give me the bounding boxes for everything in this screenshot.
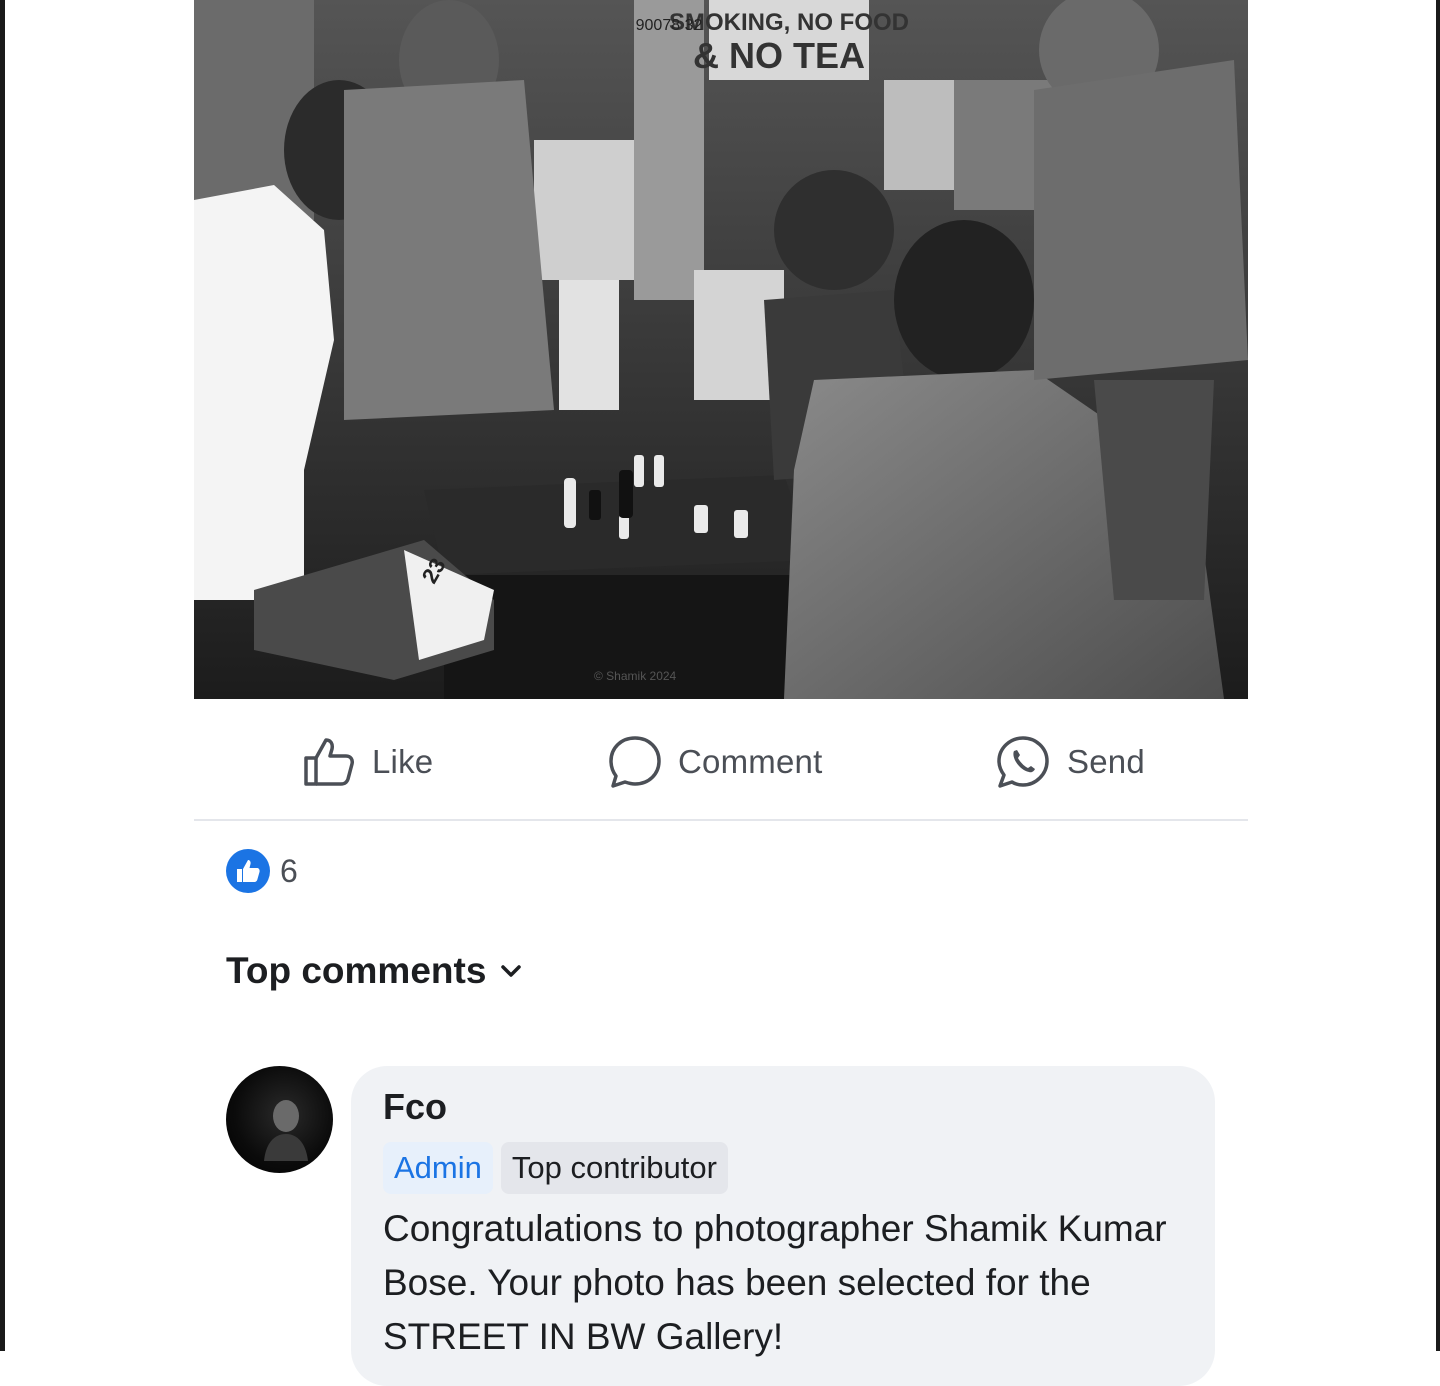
- like-button[interactable]: Like: [302, 705, 433, 819]
- window-frame-right: [1436, 0, 1440, 1351]
- author-badges: Admin Top contributor: [383, 1142, 728, 1194]
- avatar-image: [264, 1100, 308, 1161]
- window-frame-left: [0, 0, 5, 1351]
- thumbs-up-icon: [304, 738, 354, 786]
- reaction-count: 6: [280, 852, 298, 889]
- like-reaction-icon: [226, 849, 270, 893]
- admin-badge: Admin: [383, 1142, 493, 1194]
- post-photo[interactable]: SMOKING, NO FOOD & NO TEA 90078 32 23 © …: [194, 0, 1248, 699]
- comment-label: Comment: [678, 743, 823, 780]
- comment-button[interactable]: Comment: [608, 705, 822, 819]
- post-card: SMOKING, NO FOOD & NO TEA 90078 32 23 © …: [194, 0, 1248, 1386]
- send-label: Send: [1067, 743, 1145, 780]
- top-contributor-badge: Top contributor: [500, 1142, 728, 1194]
- send-button[interactable]: Send: [995, 705, 1145, 819]
- sign-text-line2: & NO TEA: [693, 35, 865, 76]
- whatsapp-icon: [997, 736, 1049, 788]
- comment-bubble: Fco Admin Top contributor Congratulation…: [351, 1066, 1215, 1386]
- comment-bubble-icon: [609, 736, 661, 788]
- sign-text-line1: SMOKING, NO FOOD: [669, 9, 909, 36]
- comment-author[interactable]: Fco: [383, 1086, 447, 1128]
- poster-number-text: 90078 32: [636, 17, 703, 34]
- comment-text: Congratulations to photographer Shamik K…: [383, 1208, 1167, 1357]
- photo-illustration: SMOKING, NO FOOD & NO TEA 90078 32 23 © …: [194, 0, 1248, 699]
- chevron-down-icon: [501, 965, 522, 977]
- post-action-bar: Like Comment Send: [194, 705, 1248, 821]
- reaction-summary[interactable]: 6: [226, 848, 298, 894]
- photo-watermark: © Shamik 2024: [594, 669, 677, 683]
- top-comments-label: Top comments: [226, 950, 487, 991]
- like-label: Like: [372, 743, 434, 780]
- comment-sort-dropdown[interactable]: Top comments: [226, 950, 522, 992]
- avatar[interactable]: [226, 1066, 333, 1173]
